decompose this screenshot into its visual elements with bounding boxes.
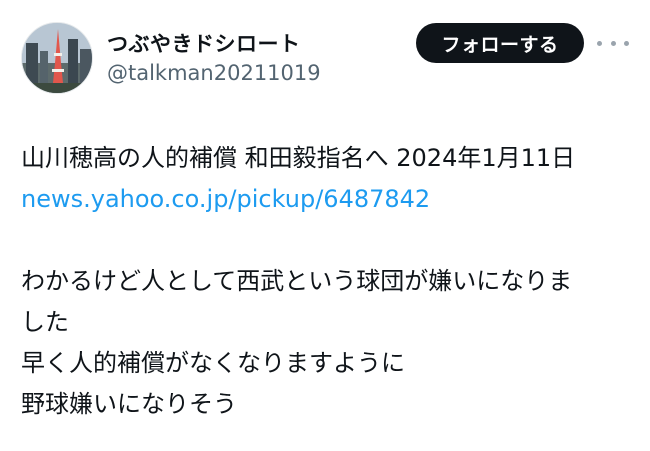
tweet-line: 野球嫌いになりそう [21, 390, 237, 418]
line-break [21, 220, 636, 261]
follow-button[interactable]: フォローする [416, 23, 584, 63]
tokyo-tower-avatar-image [22, 23, 92, 93]
user-handle[interactable]: @talkman20211019 [107, 61, 321, 85]
tweet-line: わかるけど人として西武という球団が嫌いになりま [21, 267, 573, 295]
display-name[interactable]: つぶやきドシロート [107, 28, 301, 58]
more-horizontal-icon[interactable] [597, 30, 629, 56]
tweet-line: した [21, 308, 69, 336]
dot [624, 40, 629, 46]
dot [610, 40, 616, 46]
tweet-link[interactable]: news.yahoo.co.jp/pickup/6487842 [21, 179, 636, 220]
tweet-text: 山川穂高の人的補償 和田毅指名へ 2024年1月11日 news.yahoo.c… [21, 138, 636, 425]
dot [597, 40, 602, 46]
avatar[interactable] [21, 22, 93, 94]
tweet-card: つぶやきドシロート @talkman20211019 フォローする 山川穂高の人… [0, 0, 650, 451]
tweet-line: 早く人的補償がなくなりますように [21, 349, 405, 377]
tweet-line: 山川穂高の人的補償 和田毅指名へ 2024年1月11日 [21, 144, 576, 172]
